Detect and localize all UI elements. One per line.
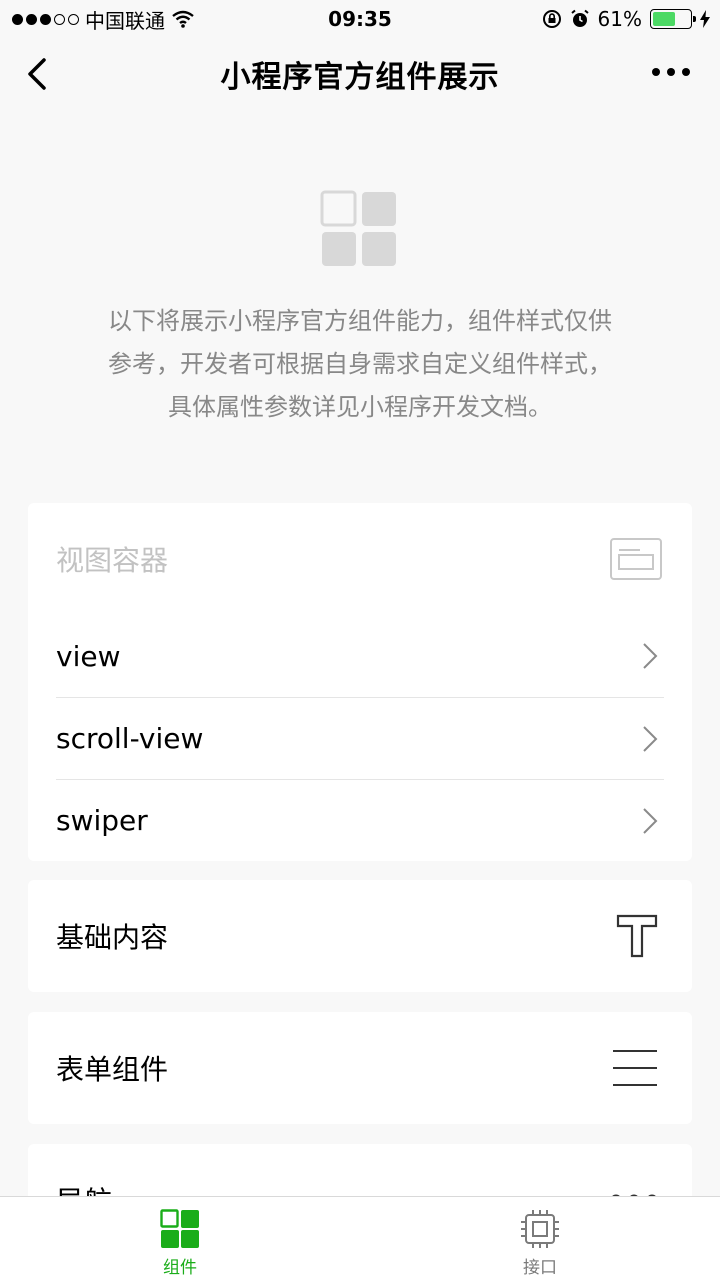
group-view-container: 视图容器 view scroll-view swiper	[28, 503, 692, 861]
navigation-bar: 小程序官方组件展示	[0, 38, 720, 110]
chevron-right-icon	[643, 643, 658, 669]
tab-bar: 组件 接口	[0, 1196, 720, 1280]
group-view-container-header[interactable]: 视图容器	[28, 503, 692, 615]
more-menu-button[interactable]	[652, 68, 690, 76]
more-dot	[667, 68, 675, 76]
intro-line: 具体属性参数详见小程序开发文档。	[168, 393, 552, 421]
list-item-label: scroll-view	[56, 722, 204, 755]
list-item-view[interactable]: view	[56, 615, 664, 697]
list-item-label: view	[56, 639, 121, 673]
back-chevron-icon[interactable]	[22, 56, 52, 92]
tab-api[interactable]: 接口	[360, 1197, 720, 1280]
more-dot	[682, 68, 690, 76]
view-container-icon	[610, 538, 662, 580]
list-item-scroll-view[interactable]: scroll-view	[56, 697, 664, 779]
intro-text: 以下将展示小程序官方组件能力，组件样式仅供 参考，开发者可根据自身需求自定义组件…	[60, 300, 660, 429]
text-t-icon	[616, 914, 658, 958]
chip-icon	[521, 1210, 559, 1248]
page-title: 小程序官方组件展示	[220, 60, 500, 95]
battery-icon	[650, 9, 696, 29]
group-basic-content[interactable]: 基础内容	[28, 880, 692, 992]
status-bar: 中国联通 09:35 61%	[0, 0, 720, 38]
carrier-name: 中国联通	[85, 8, 165, 33]
battery-fill	[653, 12, 675, 26]
tab-label: 接口	[523, 1258, 557, 1278]
group-label: 基础内容	[56, 921, 169, 954]
group-label: 视图容器	[56, 544, 169, 577]
wifi-icon	[172, 10, 194, 28]
alarm-icon	[570, 9, 589, 27]
intro-line: 参考，开发者可根据自身需求自定义组件样式，	[108, 350, 612, 378]
tab-components[interactable]: 组件	[0, 1197, 360, 1280]
status-left: 中国联通	[12, 5, 195, 34]
group-form-components[interactable]: 表单组件	[28, 1012, 692, 1124]
tab-label: 组件	[163, 1258, 197, 1278]
signal-strength-icon	[12, 13, 79, 25]
chevron-right-icon	[643, 725, 658, 752]
status-right: 61%	[542, 7, 710, 31]
battery-percent: 61%	[597, 7, 642, 31]
components-grid-icon	[160, 1209, 199, 1248]
components-logo-icon	[320, 190, 396, 266]
chevron-right-icon	[643, 807, 658, 834]
group-label: 表单组件	[56, 1053, 169, 1086]
charging-bolt-icon	[700, 10, 710, 28]
more-dot	[652, 68, 660, 76]
intro-line: 以下将展示小程序官方组件能力，组件样式仅供	[108, 307, 612, 335]
list-item-swiper[interactable]: swiper	[56, 779, 664, 861]
form-lines-icon	[613, 1050, 657, 1086]
list-item-label: swiper	[56, 804, 148, 837]
orientation-lock-icon	[542, 10, 561, 28]
